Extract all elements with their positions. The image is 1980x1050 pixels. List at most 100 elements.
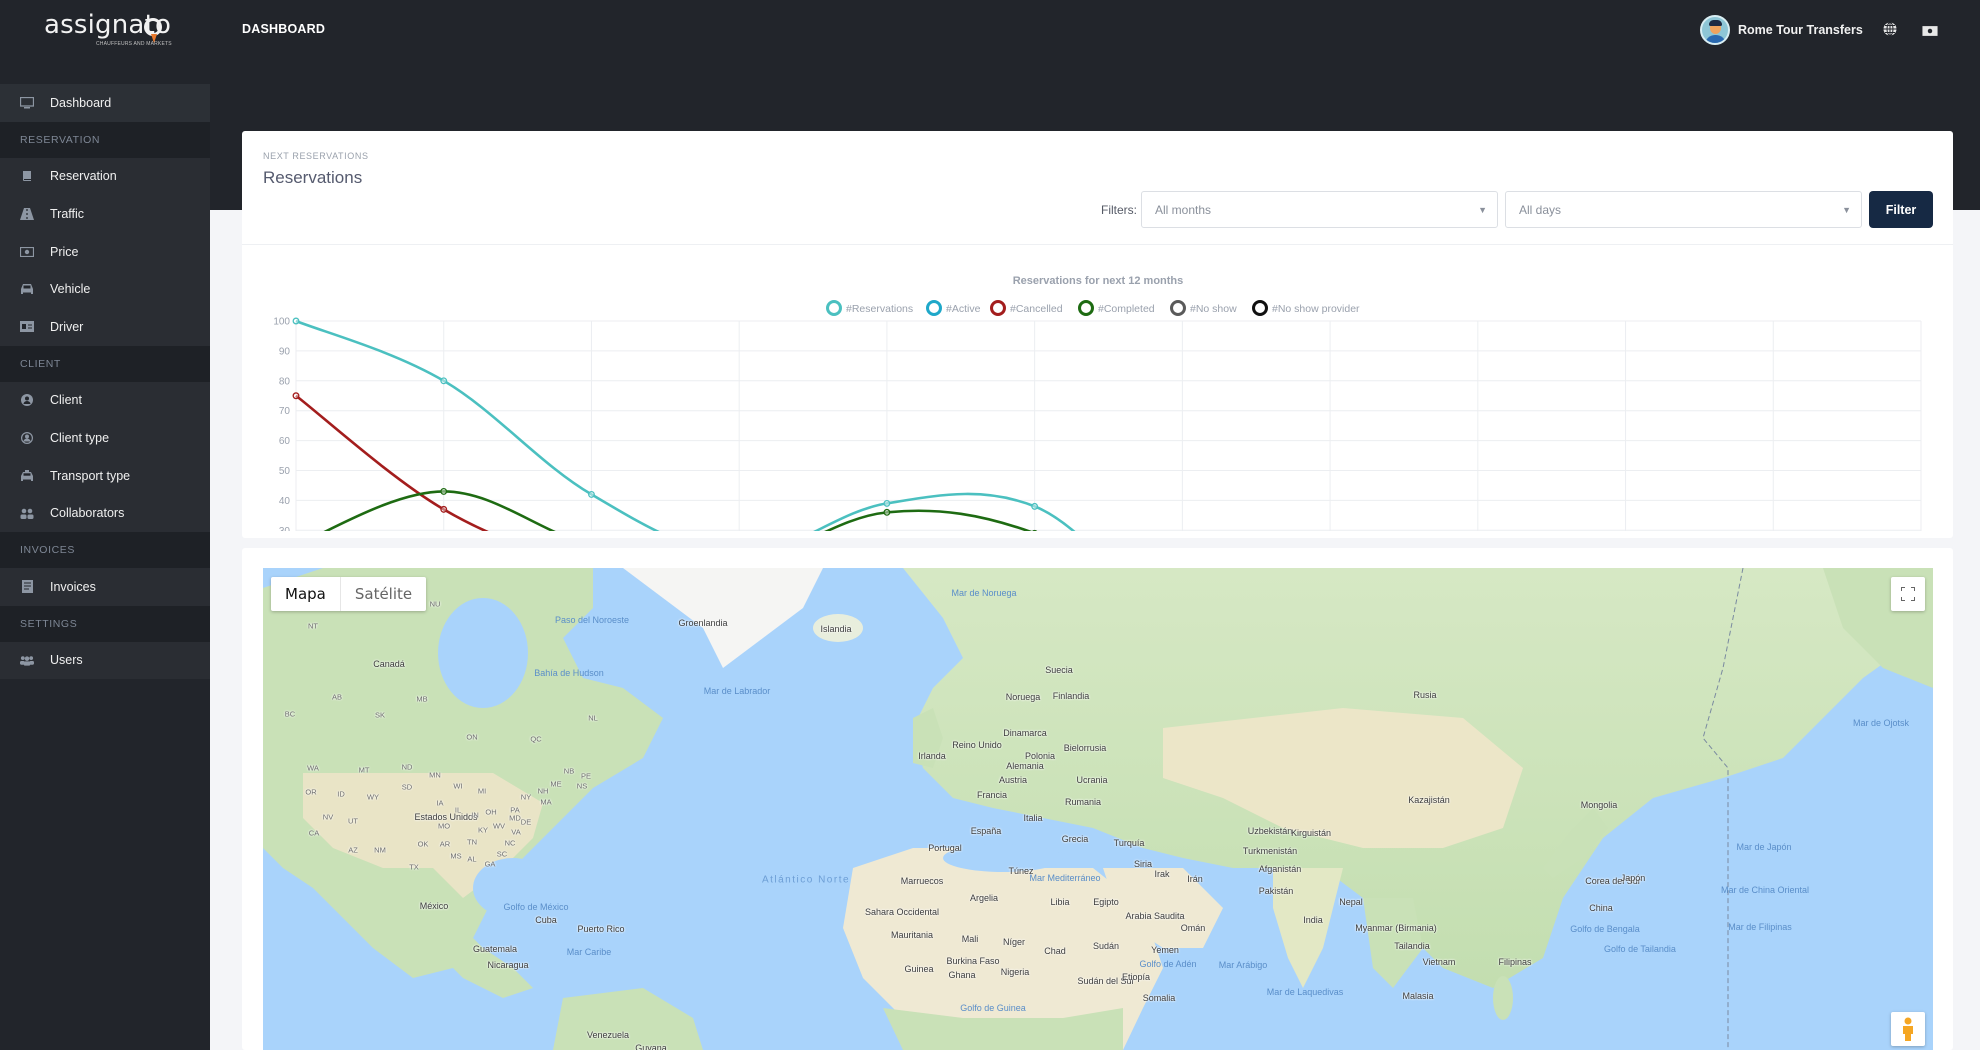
sidebar-item-vehicle[interactable]: Vehicle — [0, 270, 210, 308]
month-select[interactable]: All months ▼ — [1141, 191, 1498, 228]
map-country-label: Ghana — [948, 970, 976, 980]
data-point — [1032, 529, 1038, 531]
legend-label: #Active — [946, 303, 981, 315]
sidebar-item-label: Driver — [50, 319, 84, 334]
fullscreen-icon — [1901, 587, 1915, 601]
map-card: Mapa Satélite Groenlandia Islandia Canadá E… — [242, 548, 1953, 1050]
world-map[interactable]: Mapa Satélite Groenlandia Islandia Canadá E… — [263, 568, 1933, 1050]
map-region-label: MB — [416, 694, 428, 704]
sidebar-item-client-type[interactable]: Client type — [0, 419, 210, 457]
map-region-label: AL — [467, 854, 477, 864]
legend-item[interactable]: #Active — [926, 300, 981, 316]
y-tick-label: 100 — [273, 317, 290, 328]
id-card-icon — [20, 321, 34, 333]
map-region-label: IA — [436, 798, 444, 808]
card-title: Reservations — [263, 168, 363, 187]
sidebar-item-traffic[interactable]: Traffic — [0, 195, 210, 233]
sidebar-item-transport-type[interactable]: Transport type — [0, 456, 210, 495]
user-name: Rome Tour Transfers — [1738, 23, 1863, 37]
legend-swatch — [826, 300, 842, 316]
legend-label: #No show — [1190, 303, 1237, 315]
map-country-label: Arabia Saudita — [1125, 911, 1185, 921]
sidebar-item-driver[interactable]: Driver — [0, 307, 210, 346]
day-select[interactable]: All days ▼ — [1505, 191, 1862, 228]
map-region-label: CA — [308, 828, 320, 838]
map-water-label: Golfo de Adén — [1139, 959, 1197, 969]
map-region-label: PE — [580, 771, 592, 781]
user-menu[interactable]: Rome Tour Transfers — [1700, 14, 1863, 46]
money-icon — [20, 246, 34, 258]
road-icon — [20, 207, 34, 220]
map-water-label: Mar Caribe — [566, 947, 612, 957]
map-pin-icon — [144, 18, 162, 43]
map-region-label: NC — [504, 838, 516, 848]
map-country-label: Nicaragua — [487, 960, 529, 970]
legend-item[interactable]: #Reservations — [826, 300, 914, 316]
sidebar-section-client: CLIENT — [0, 345, 210, 382]
sidebar: Dashboard RESERVATION Reservation Traffi… — [0, 84, 210, 1050]
legend-item[interactable]: #Completed — [1078, 300, 1155, 316]
map-water-label: Golfo de México — [503, 902, 569, 912]
map-region-label: OH — [485, 807, 497, 817]
fullscreen-button[interactable] — [1891, 577, 1925, 611]
y-tick-label: 60 — [279, 436, 291, 447]
sidebar-item-label: Transport type — [50, 468, 131, 483]
sidebar-item-dashboard[interactable]: Dashboard — [0, 84, 210, 122]
car-icon — [20, 283, 34, 295]
map-water-label: Golfo de Guinea — [960, 1003, 1026, 1013]
sidebar-item-client[interactable]: Client — [0, 381, 210, 420]
sidebar-item-collaborators[interactable]: Collaborators — [0, 494, 210, 532]
map-water-label: Mar de Noruega — [951, 588, 1017, 598]
map-region-label: KY — [477, 825, 489, 835]
map-country-label: Irlanda — [918, 751, 946, 761]
data-point — [883, 499, 891, 507]
map-water-label: Bahía de Hudson — [534, 668, 604, 678]
map-region-label: SK — [374, 710, 386, 720]
map-type-map[interactable]: Mapa — [271, 577, 340, 611]
map-country-label: Nepal — [1339, 897, 1363, 907]
series-line-reservations — [295, 319, 1076, 531]
map-region-label: SC — [496, 849, 508, 859]
map-country-label: Etiopía — [1121, 972, 1151, 982]
sidebar-item-price[interactable]: Price — [0, 232, 210, 271]
map-country-label: Francia — [976, 790, 1008, 800]
legend-item[interactable]: #No show provider — [1252, 300, 1361, 316]
map-water-label: Mar de Ojotsk — [1852, 718, 1910, 728]
map-country-label: Sudán — [1092, 941, 1120, 951]
filter-button[interactable]: Filter — [1869, 191, 1933, 228]
sidebar-item-reservation[interactable]: Reservation — [0, 157, 210, 196]
map-type-control: Mapa Satélite — [271, 577, 427, 611]
map-country-label: Austria — [998, 775, 1028, 785]
sidebar-item-users[interactable]: Users — [0, 641, 210, 680]
map-country-label: Burkina Faso — [946, 956, 1000, 966]
sidebar-item-label: Client type — [50, 430, 110, 445]
pegman-icon — [1903, 1017, 1913, 1041]
map-country-label: Irak — [1154, 869, 1170, 879]
map-type-satellite[interactable]: Satélite — [339, 577, 426, 611]
map-country-label: Irán — [1187, 874, 1203, 884]
map-country-label: Suecia — [1045, 665, 1073, 675]
money-icon[interactable] — [1922, 23, 1938, 39]
avatar — [1700, 15, 1730, 45]
globe-icon[interactable] — [1882, 21, 1898, 37]
brand-logo[interactable]: assignato CHAUFFEURS AND MARKETS — [44, 10, 174, 50]
map-water-label: Mar de China Oriental — [1720, 885, 1810, 895]
map-region-label: VA — [511, 827, 521, 837]
sidebar-item-label: Vehicle — [50, 282, 91, 297]
legend-item[interactable]: #No show — [1170, 300, 1238, 316]
map-region-label: DE — [520, 817, 532, 827]
street-view-button[interactable] — [1891, 1012, 1925, 1046]
series-line-cancelled — [295, 394, 489, 531]
line-chart: Reservations for next 12 months #Reservat… — [273, 275, 1922, 531]
sidebar-section-reservation: RESERVATION — [0, 121, 210, 158]
sidebar-item-invoices[interactable]: Invoices — [0, 567, 210, 606]
card-divider — [242, 244, 1953, 245]
map-country-label: Afganistán — [1258, 864, 1302, 874]
map-region-label: NV — [322, 812, 334, 822]
legend-item[interactable]: #Cancelled — [990, 300, 1063, 316]
map-country-label: Rumania — [1064, 797, 1102, 807]
data-point — [1031, 502, 1039, 510]
map-region-label: MT — [358, 765, 370, 775]
sidebar-item-label: Invoices — [50, 579, 96, 594]
map-country-label: México — [419, 901, 449, 911]
